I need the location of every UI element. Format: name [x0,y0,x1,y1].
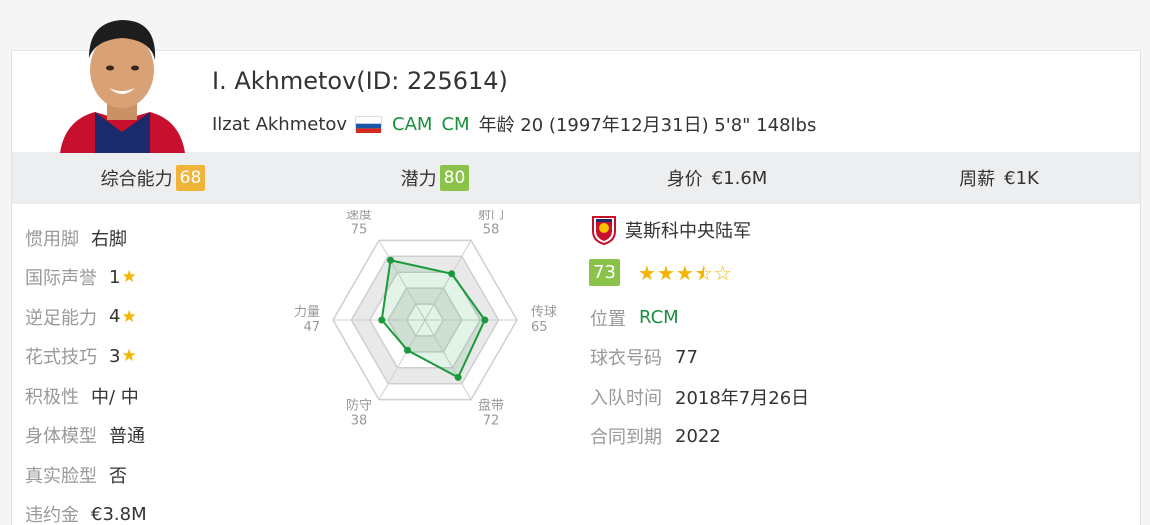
attribute-row: 真实脸型否 [25,455,147,495]
player-age-info: 年龄 20 (1997年12月31日) 5'8" 148lbs [478,115,817,136]
position-tag[interactable]: CM [441,114,469,135]
attribute-value: 3 [109,345,121,367]
radar-data-point [481,316,489,324]
attribute-label: 惯用脚 [25,228,79,250]
attribute-list: 惯用脚 右脚 国际声誉 1 ★ 逆足能力 4 ★ 花式技巧 3 ★ 积极性 中/ 中身体模型 普通 真实脸型… [25,218,147,525]
club-name[interactable]: 莫斯科中央陆军 [625,217,751,243]
attribute-label: 身体模型 [25,426,97,448]
radar-axis-value: 47 [303,320,320,335]
club-info-value: 2022 [675,425,721,447]
radar-axis-label: 力量 [294,305,320,320]
star-empty-icon: ☆ [713,260,733,285]
star-full-icon: ★ [656,260,676,285]
overall-badge: 68 [175,165,206,191]
star-full-icon: ★ [638,260,657,285]
radar-axis-value: 38 [351,414,368,429]
attribute-value: 1 [109,266,121,288]
attribute-value: €3.8M [91,503,147,525]
potential-badge: 80 [439,165,470,191]
radar-data-point [387,256,394,264]
attribute-row: 花式技巧 3 ★ [25,337,147,377]
club-info-label: 位置 [590,308,626,330]
club-info-value: 77 [675,346,698,368]
star-half-icon: ☆★ [694,260,714,285]
potential-stat: 潜力 80 [294,152,576,204]
wage-stat: 周薪 €1K [959,167,1039,191]
club-info-value: 2018年7月26日 [675,387,810,409]
russia-flag-icon [355,116,383,133]
attribute-row: 身体模型 普通 [25,416,147,456]
radar-chart: 速度75 射门58 传球65 盘带72 防守38 力量47 [294,210,557,429]
wage-amount: €1K [1004,167,1039,189]
club-info-label: 合同到期 [590,427,662,449]
attribute-value: 右脚 [91,228,127,250]
player-title: I. Akhmetov(ID: 225614) [212,67,508,95]
attribute-row: 国际声誉 1 ★ [25,258,147,298]
value-amount: €1.6M [711,167,768,189]
radar-axis-label: 速度 [346,210,372,222]
overall-stat: 综合能力 68 [12,152,294,204]
radar-axis-value: 75 [351,222,368,237]
attribute-value: 4 [109,306,121,328]
attribute-label: 花式技巧 [25,347,97,369]
attribute-row: 逆足能力 4 ★ [25,297,147,337]
club-rating-badge: 73 [589,259,620,286]
player-avatar [55,8,190,153]
attribute-label: 国际声誉 [25,268,97,290]
attribute-value: 普通 [109,426,145,448]
radar-axis-label: 射门 [478,210,504,222]
club-info-value[interactable]: RCM [639,307,679,328]
club-info-list: 位置 RCM 球衣号码 77 入队时间 2018年7月26日 合同到期 2022 [590,298,809,456]
radar-data-point [378,316,386,324]
star-icon: ★ [121,267,137,288]
attribute-value: 中/ 中 [91,386,139,408]
attribute-row: 惯用脚 右脚 [25,218,147,258]
club-info-row: 合同到期 2022 [590,417,809,457]
club-row[interactable]: 莫斯科中央陆军 [591,215,751,246]
radar-axis-value: 65 [531,320,548,335]
position-tag[interactable]: CAM [392,114,432,135]
player-subline: Ilzat Akhmetov CAM CM 年龄 20 (1997年12月31日… [212,111,816,137]
attribute-label: 逆足能力 [25,307,97,329]
radar-data-point [454,373,462,381]
radar-data-point [448,270,456,278]
attribute-value: 否 [109,465,127,487]
attribute-label: 真实脸型 [25,465,97,487]
radar-axis-label: 盘带 [478,398,504,414]
club-info-label: 球衣号码 [590,348,662,370]
radar-axis-label: 防守 [346,398,372,414]
club-info-row: 入队时间 2018年7月26日 [590,377,809,417]
radar-axis-label: 传球 [531,305,557,320]
club-info-row: 位置 RCM [590,298,809,338]
club-info-label: 入队时间 [590,387,662,409]
star-icon: ★ [121,346,137,367]
attribute-label: 积极性 [25,386,79,408]
club-star-rating: ★★★☆★☆ [638,261,733,285]
value-stat: 身价 €1.6M [666,167,768,191]
radar-axis-value: 72 [483,414,500,429]
attribute-row: 积极性 中/ 中 [25,376,147,416]
radar-axis-value: 58 [483,222,500,237]
cska-crest-icon [591,215,617,246]
club-rating: 73 ★★★☆★☆ [589,259,733,286]
attribute-label: 违约金 [25,505,79,525]
club-info-row: 球衣号码 77 [590,338,809,378]
summary-stat-bar: 综合能力 68 潜力 80 身价 €1.6M 周薪 €1K [12,152,1140,204]
attribute-row: 违约金 €3.8M [25,495,147,525]
star-icon: ★ [121,306,137,327]
player-full-name: Ilzat Akhmetov [212,113,348,135]
star-full-icon: ★ [675,260,695,285]
radar-data-point [404,346,412,354]
